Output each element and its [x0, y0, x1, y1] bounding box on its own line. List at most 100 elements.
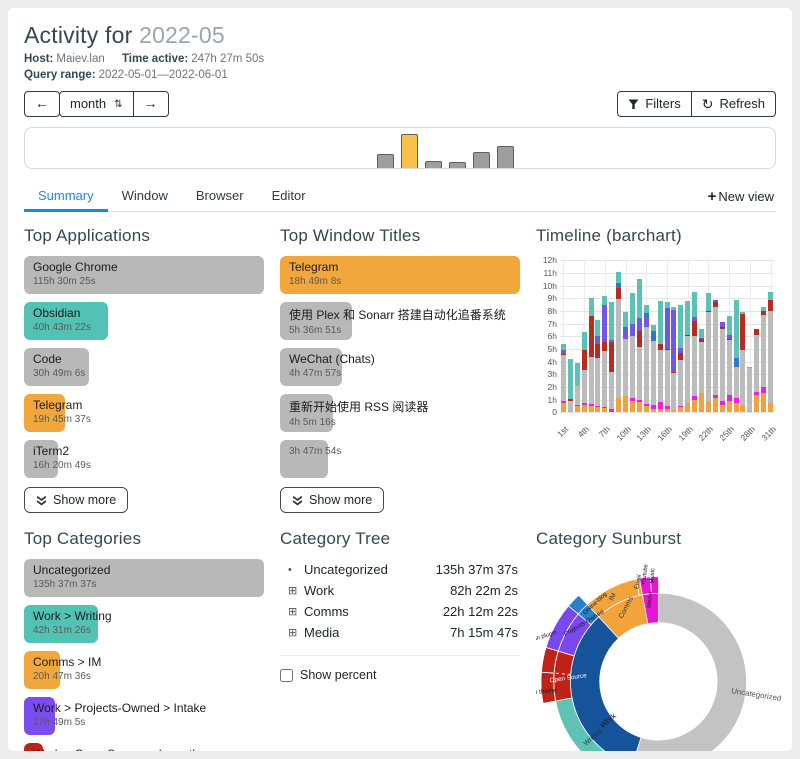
tab-window[interactable]: Window: [108, 181, 182, 211]
item-name: Comms > IM: [33, 655, 101, 669]
timeline-segment-teal: [734, 300, 739, 358]
item-duration: 18h 49m 8s: [289, 276, 341, 287]
category-tree-row: ⊞Media7h 15m 47s: [286, 622, 520, 643]
bar-labels: iTerm216h 20m 49s: [33, 444, 91, 471]
item-name: 重新开始使用 RSS 阅读器: [289, 398, 428, 415]
bar-labels: Code30h 49m 6s: [33, 352, 85, 379]
category-duration: 7h 15m 47s: [450, 625, 518, 640]
period-minichart[interactable]: [24, 127, 776, 169]
x-axis-label: 1st: [555, 424, 570, 439]
window-title-item: 重新开始使用 RSS 阅读器4h 5m 16s: [280, 394, 520, 432]
refresh-button[interactable]: ↻ Refresh: [692, 91, 776, 117]
minichart-bar[interactable]: [425, 161, 442, 168]
show-more-label: Show more: [309, 493, 372, 507]
show-more-applications-button[interactable]: Show more: [24, 487, 128, 513]
timeline-segment-red: [692, 321, 697, 336]
show-percent-checkbox[interactable]: [280, 669, 293, 682]
timeline-segment-orange: [568, 411, 573, 412]
y-axis-label: 8h: [536, 306, 557, 316]
category-item: Work > Writing42h 31m 26s: [24, 605, 264, 643]
timeline-day-bar: [754, 329, 759, 413]
chevron-double-down-icon: [36, 495, 47, 506]
new-view-label: New view: [718, 189, 774, 204]
top-applications-title: Top Applications: [24, 226, 264, 246]
new-view-button[interactable]: +New view: [708, 188, 776, 205]
query-range-value: 2022-05-01—2022-06-01: [99, 69, 228, 81]
bar-labels: Work > Writing42h 31m 26s: [33, 609, 112, 636]
tab-summary[interactable]: Summary: [24, 181, 108, 211]
minichart-bar[interactable]: [449, 162, 466, 168]
timeline-segment-gray: [602, 351, 607, 407]
category-duration: 82h 22m 2s: [450, 583, 518, 598]
timeline-segment-orange: [658, 409, 663, 413]
window-title-item: 使用 Plex 和 Sonarr 搭建自动化追番系统 5h 36m 51s: [280, 302, 520, 340]
timeline-day-bar: [568, 359, 573, 412]
y-axis-label: 5h: [536, 344, 557, 354]
timeline-segment-red: [582, 350, 587, 370]
timeline-day-bar: [623, 312, 628, 413]
category-name: Uncategorized: [304, 562, 388, 577]
timeline-segment-red: [637, 331, 642, 347]
timeline-segment-teal: [575, 363, 580, 386]
timeline-segment-gray: [768, 311, 773, 403]
timeline-segment-teal: [768, 292, 773, 300]
timeline-segment-orange: [678, 407, 683, 412]
bar-labels: Telegram19h 45m 37s: [33, 398, 91, 425]
minichart-bar-selected[interactable]: [401, 134, 418, 168]
expand-icon[interactable]: ⊞: [288, 626, 304, 639]
category-item: Work > Open Source > hugo theme10h 19m 2…: [24, 743, 264, 751]
timeline-segment-gray: [561, 355, 566, 401]
y-axis-label: 2h: [536, 382, 557, 392]
x-axis-label: 31th: [759, 424, 778, 443]
timeline-segment-gray: [623, 339, 628, 396]
timeline-segment-orange: [637, 402, 642, 412]
timeline-day-bar: [602, 296, 607, 412]
expand-icon[interactable]: ⊞: [288, 584, 304, 597]
tab-editor[interactable]: Editor: [258, 181, 320, 211]
timeline-segment-purple: [637, 318, 642, 331]
minichart-bar[interactable]: [497, 146, 514, 168]
timeline-segment-red: [768, 300, 773, 311]
prev-period-button[interactable]: ←: [24, 91, 60, 116]
refresh-label: Refresh: [719, 97, 765, 111]
filters-button[interactable]: Filters: [617, 91, 691, 117]
minichart-bar[interactable]: [377, 154, 394, 168]
timeline-day-bar: [671, 307, 676, 412]
timeline-day-bar: [658, 301, 663, 412]
window-title-item: Telegram18h 49m 8s: [280, 256, 520, 294]
right-arrow-icon: →: [144, 96, 158, 111]
tab-browser[interactable]: Browser: [182, 181, 258, 211]
filter-funnel-icon: [628, 99, 639, 110]
expand-icon[interactable]: ⊞: [288, 605, 304, 618]
timeline-day-bar: [768, 292, 773, 412]
timeline-segment-purple: [595, 336, 600, 344]
minichart-bar[interactable]: [473, 152, 490, 168]
timeline-segment-orange: [644, 406, 649, 412]
item-name: Work > Open Source > hugo theme: [33, 747, 222, 751]
period-select[interactable]: month⇅: [59, 91, 134, 117]
show-more-titles-button[interactable]: Show more: [280, 487, 384, 513]
window-title-item: WeChat (Chats)4h 47m 57s: [280, 348, 520, 386]
timeline-segment-orange: [747, 411, 752, 412]
y-axis-label: 6h: [536, 331, 557, 341]
timeline-segment-gray: [609, 372, 614, 409]
item-duration: 5h 36m 51s: [289, 325, 506, 336]
timeline-day-bar: [747, 367, 752, 413]
timeline-segment-gray: [706, 312, 711, 401]
x-axis-label: 19th: [676, 424, 695, 443]
category-name: Work: [304, 583, 334, 598]
item-name: WeChat (Chats): [289, 352, 375, 366]
host-label: Host:: [24, 53, 53, 65]
item-duration: 40h 43m 22s: [33, 322, 91, 333]
filters-label: Filters: [645, 97, 680, 111]
bar-labels: Work > Open Source > hugo theme10h 19m 2…: [33, 747, 222, 751]
y-axis-label: 9h: [536, 293, 557, 303]
category-name: Comms: [304, 604, 349, 619]
timeline-segment-orange: [575, 406, 580, 412]
timeline-segment-orange: [706, 401, 711, 412]
x-axis-label: 7th: [596, 424, 611, 439]
timeline-day-bar: [685, 301, 690, 412]
item-name: 使用 Plex 和 Sonarr 搭建自动化追番系统: [289, 306, 506, 323]
next-period-button[interactable]: →: [134, 91, 169, 117]
timeline-segment-orange: [616, 398, 621, 413]
